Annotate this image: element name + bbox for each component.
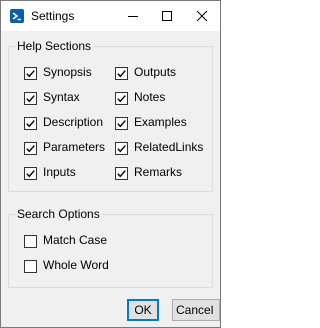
checkbox-box xyxy=(115,67,128,80)
checkbox-label: Syntax xyxy=(43,90,80,104)
window-title: Settings xyxy=(31,9,75,23)
checkmark-icon xyxy=(26,145,35,153)
checkbox-box xyxy=(24,92,37,105)
checkmark-icon xyxy=(26,170,35,178)
checkmark-icon xyxy=(26,120,35,128)
checkbox-label: Outputs xyxy=(134,65,177,79)
checkbox-label: Notes xyxy=(134,90,166,104)
checkbox-box xyxy=(24,235,37,248)
help-sections-label: Help Sections xyxy=(15,39,94,54)
checkbox-box xyxy=(115,142,128,155)
cancel-button[interactable]: Cancel xyxy=(172,299,220,321)
checkbox-box xyxy=(24,117,37,130)
checkbox-box xyxy=(115,167,128,180)
checkbox-label: Inputs xyxy=(43,165,76,179)
checkbox-label: Examples xyxy=(134,115,187,129)
checkmark-icon xyxy=(117,95,126,103)
checkmark-icon xyxy=(117,170,126,178)
ok-button[interactable]: OK xyxy=(127,299,159,321)
minimize-icon xyxy=(128,16,138,17)
checkbox-label: Remarks xyxy=(134,165,183,179)
maximize-button[interactable] xyxy=(150,1,184,31)
checkbox-label: Synopsis xyxy=(43,65,92,79)
powershell-icon xyxy=(10,9,24,23)
checkbox-box xyxy=(24,142,37,155)
close-icon xyxy=(196,10,208,22)
close-button[interactable] xyxy=(185,1,219,31)
checkbox-label: Whole Word xyxy=(43,258,109,272)
checkbox-box xyxy=(24,260,37,273)
checkbox-label: Match Case xyxy=(43,233,108,247)
maximize-icon xyxy=(162,11,172,21)
checkmark-icon xyxy=(117,145,126,153)
checkmark-icon xyxy=(26,95,35,103)
checkbox-box xyxy=(24,167,37,180)
help-sections-group: Help Sections Synopsis Outputs Syntax No… xyxy=(8,39,213,192)
checkbox-box xyxy=(115,117,128,130)
minimize-button[interactable] xyxy=(116,1,150,31)
checkbox-box xyxy=(24,67,37,80)
checkmark-icon xyxy=(26,70,35,78)
settings-dialog: Settings Help Sections Synopsis Outputs … xyxy=(0,0,221,328)
search-options-group: Search Options Match Case Whole Word xyxy=(8,207,213,288)
checkbox-label: Parameters xyxy=(43,140,106,154)
checkbox-label: RelatedLinks xyxy=(134,140,204,154)
checkmark-icon xyxy=(117,120,126,128)
search-options-label: Search Options xyxy=(15,207,102,222)
checkbox-box xyxy=(115,92,128,105)
title-bar: Settings xyxy=(1,1,220,31)
checkbox-label: Description xyxy=(43,115,104,129)
checkmark-icon xyxy=(117,70,126,78)
